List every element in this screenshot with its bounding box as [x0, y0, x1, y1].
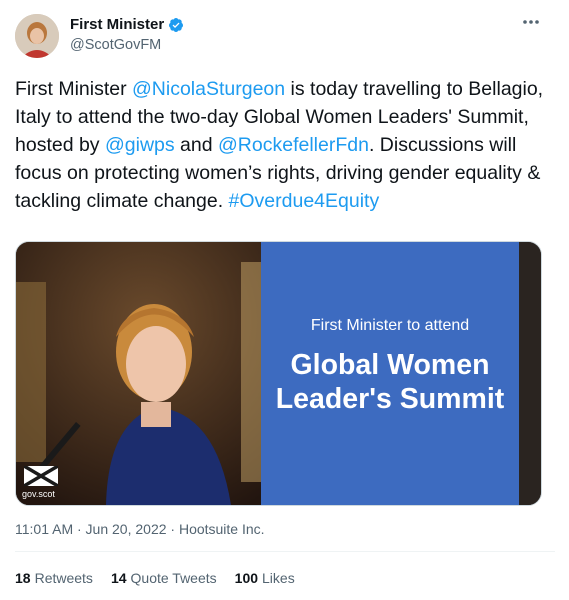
mention-link[interactable]: @RockefellerFdn	[218, 134, 369, 156]
quote-tweets-label: Quote Tweets	[130, 570, 217, 586]
retweets-label: Retweets	[34, 570, 93, 586]
likes-count: 100	[234, 570, 259, 586]
engagement-stats: 18 Retweets 14 Quote Tweets 100 Likes	[15, 570, 313, 586]
tweet-timestamp[interactable]: 11:01 AM · Jun 20, 2022 · Hootsuite Inc.	[15, 521, 265, 537]
quote-tweets-stat[interactable]: 14 Quote Tweets	[111, 570, 217, 586]
author-display-name[interactable]: First Minister	[70, 16, 164, 33]
mention-link[interactable]: @NicolaSturgeon	[132, 78, 285, 100]
banner-subtitle: First Minister to attend	[310, 317, 470, 334]
tweet-text: First Minister @NicolaSturgeon is today …	[15, 75, 545, 215]
mention-link[interactable]: @giwps	[105, 134, 175, 156]
saltire-logo-icon	[24, 466, 58, 486]
gov-scot-label: gov.scot	[22, 489, 55, 499]
divider	[15, 551, 555, 552]
tweet[interactable]: First Minister @ScotGovFM First Minister…	[0, 0, 569, 600]
media-card[interactable]: First Minister to attend Global Women Le…	[15, 241, 542, 506]
verified-badge-icon	[169, 17, 184, 32]
quote-tweets-count: 14	[110, 570, 127, 586]
banner-title: Global Women Leader's Summit	[275, 349, 505, 415]
likes-label: Likes	[262, 570, 295, 586]
media-edge	[519, 242, 541, 505]
more-options-icon[interactable]	[521, 14, 541, 30]
retweets-stat[interactable]: 18 Retweets	[15, 570, 93, 586]
retweets-count: 18	[15, 570, 31, 586]
likes-stat[interactable]: 100 Likes	[235, 570, 295, 586]
avatar[interactable]	[15, 14, 59, 58]
avatar-image	[15, 14, 59, 58]
tweet-text-segment: and	[174, 134, 219, 156]
media-banner: First Minister to attend Global Women Le…	[261, 242, 519, 505]
hashtag-link[interactable]: #Overdue4Equity	[229, 190, 380, 212]
tweet-text-segment: First Minister	[15, 78, 132, 100]
author-handle[interactable]: @ScotGovFM	[70, 37, 161, 53]
